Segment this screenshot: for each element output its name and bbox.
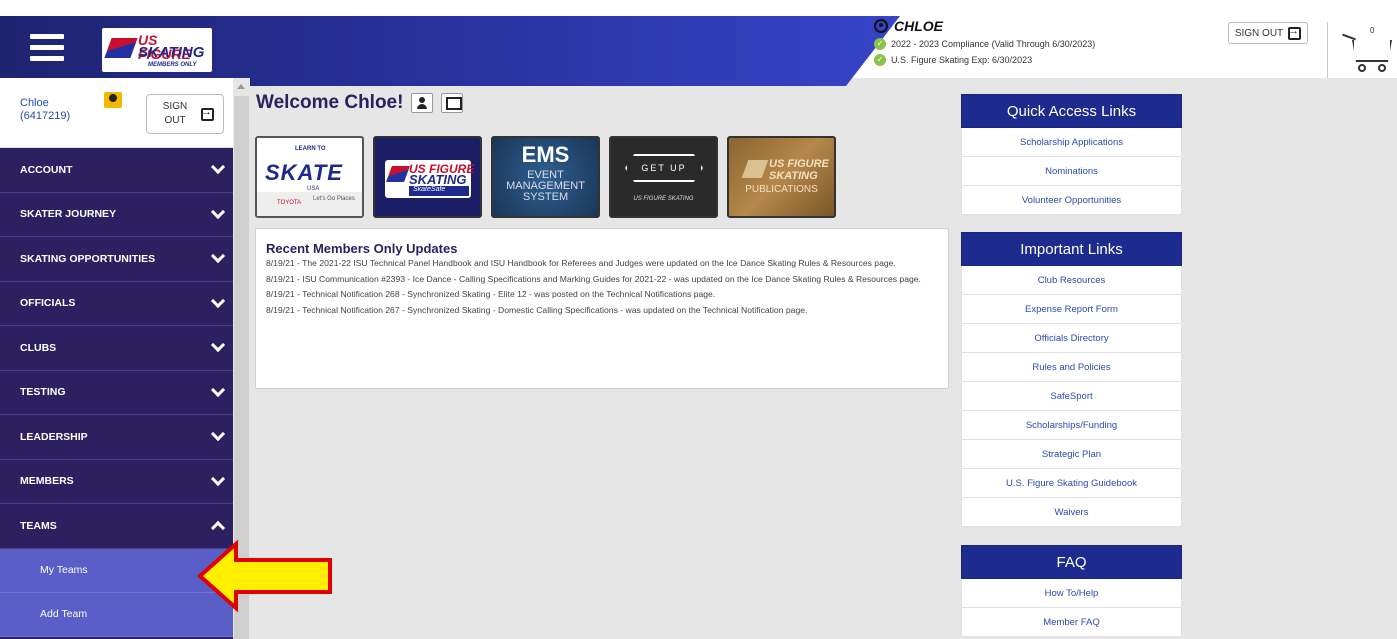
chevron-down-icon xyxy=(210,382,226,397)
sidebar-user-name[interactable]: Chloe (6417219) xyxy=(20,97,70,123)
update-item: 8/19/21 - The 2021-22 ISU Technical Pane… xyxy=(266,258,896,268)
link-strategic-plan[interactable]: Strategic Plan xyxy=(961,440,1182,469)
app-window: US FIGURE SKATING MEMBERS ONLY CHLOE ✓ 2… xyxy=(0,0,1397,639)
chevron-down-icon xyxy=(210,338,226,353)
sidebar-item-clubs[interactable]: CLUBS xyxy=(0,326,233,371)
chevron-down-icon xyxy=(210,293,226,308)
link-safesport[interactable]: SafeSport xyxy=(961,382,1182,411)
chevron-down-icon xyxy=(210,204,226,219)
tile-get-up[interactable]: GET UP US FIGURE SKATING xyxy=(609,136,718,218)
scroll-up-icon[interactable] xyxy=(237,84,245,89)
cart-button[interactable]: 0 xyxy=(1338,26,1397,76)
header-sign-out-button[interactable]: SIGN OUT xyxy=(1228,22,1308,44)
sidebar-item-members[interactable]: MEMBERS xyxy=(0,459,233,504)
header-user-block: CHLOE ✓ 2022 - 2023 Compliance (Valid Th… xyxy=(874,18,1204,66)
chevron-down-icon xyxy=(210,249,226,264)
monitor-icon-button[interactable] xyxy=(441,93,464,113)
link-waivers[interactable]: Waivers xyxy=(961,498,1182,527)
sign-out-icon xyxy=(1288,25,1302,40)
link-expense-report-form[interactable]: Expense Report Form xyxy=(961,295,1182,324)
link-rules-and-policies[interactable]: Rules and Policies xyxy=(961,353,1182,382)
compliance-status: ✓ 2022 - 2023 Compliance (Valid Through … xyxy=(874,38,1204,50)
tile-learn-to-skate[interactable]: LEARN TO SKATE USA TOYOTA Let's Go Place… xyxy=(255,136,364,218)
sidebar-sign-out-button[interactable]: SIGN OUT xyxy=(146,94,224,134)
sidebar-item-testing[interactable]: TESTING xyxy=(0,370,233,415)
update-item: 8/19/21 - Technical Notification 267 - S… xyxy=(266,304,808,315)
link-club-resources[interactable]: Club Resources xyxy=(961,266,1182,295)
header-divider xyxy=(1327,22,1328,78)
chevron-down-icon xyxy=(210,427,226,442)
us-figure-skating-logo[interactable]: US FIGURE SKATING MEMBERS ONLY xyxy=(102,28,212,72)
important-links-panel: Important Links Club Resources Expense R… xyxy=(961,232,1182,527)
sign-out-icon xyxy=(201,106,214,121)
membership-status: ✓ U.S. Figure Skating Exp: 6/30/2023 xyxy=(874,54,1204,66)
link-member-faq[interactable]: Member FAQ xyxy=(961,608,1182,637)
annotation-arrow-icon xyxy=(196,540,332,612)
quick-access-title: Quick Access Links xyxy=(961,94,1182,128)
update-item: 8/19/21 - Technical Notification 268 - S… xyxy=(266,289,716,299)
link-scholarships-funding[interactable]: Scholarships/Funding xyxy=(961,411,1182,440)
check-icon: ✓ xyxy=(874,38,886,50)
chevron-down-icon xyxy=(210,471,226,486)
page-title: Welcome Chloe! xyxy=(256,92,404,113)
sidebar-item-account[interactable]: ACCOUNT xyxy=(0,148,233,193)
avatar-icon xyxy=(104,92,122,108)
sidebar-user-panel: Chloe (6417219) SIGN OUT xyxy=(0,78,233,148)
profile-icon-button[interactable] xyxy=(411,93,434,113)
recent-updates-panel: Recent Members Only Updates 8/19/21 - Th… xyxy=(255,228,949,389)
tile-ems[interactable]: EMS EVENT MANAGEMENT SYSTEM xyxy=(491,136,600,218)
link-nominations[interactable]: Nominations xyxy=(961,157,1182,186)
hamburger-menu-icon[interactable] xyxy=(30,34,64,64)
link-guidebook[interactable]: U.S. Figure Skating Guidebook xyxy=(961,469,1182,498)
sidebar-item-leadership[interactable]: LEADERSHIP xyxy=(0,415,233,460)
link-officials-directory[interactable]: Officials Directory xyxy=(961,324,1182,353)
chevron-down-icon xyxy=(210,160,226,175)
quick-access-panel: Quick Access Links Scholarship Applicati… xyxy=(961,94,1182,215)
check-icon: ✓ xyxy=(874,54,886,66)
update-item: 8/19/21 - ISU Communication #2393 - Ice … xyxy=(266,273,921,284)
header-user-name: CHLOE xyxy=(894,18,943,34)
faq-title: FAQ xyxy=(961,545,1182,579)
user-circle-icon xyxy=(874,19,888,33)
updates-title: Recent Members Only Updates xyxy=(266,241,458,256)
link-how-to-help[interactable]: How To/Help xyxy=(961,579,1182,608)
faq-panel: FAQ How To/Help Member FAQ xyxy=(961,545,1182,637)
sidebar-item-skater-journey[interactable]: SKATER JOURNEY xyxy=(0,192,233,237)
important-links-title: Important Links xyxy=(961,232,1182,266)
top-header: US FIGURE SKATING MEMBERS ONLY CHLOE ✓ 2… xyxy=(0,0,1397,86)
chevron-up-icon xyxy=(210,521,226,536)
cart-icon xyxy=(1352,40,1392,62)
sidebar-item-skating-opportunities[interactable]: SKATING OPPORTUNITIES xyxy=(0,237,233,282)
tile-skatesafe[interactable]: US FIGURE SKATING SkateSafe xyxy=(373,136,482,218)
sidebar-item-officials[interactable]: OFFICIALS xyxy=(0,281,233,326)
link-scholarship-applications[interactable]: Scholarship Applications xyxy=(961,128,1182,157)
tile-publications[interactable]: US FIGURE SKATING PUBLICATIONS xyxy=(727,136,836,218)
cart-count: 0 xyxy=(1370,26,1375,35)
welcome-row: Welcome Chloe! xyxy=(256,92,464,114)
link-volunteer-opportunities[interactable]: Volunteer Opportunities xyxy=(961,186,1182,215)
